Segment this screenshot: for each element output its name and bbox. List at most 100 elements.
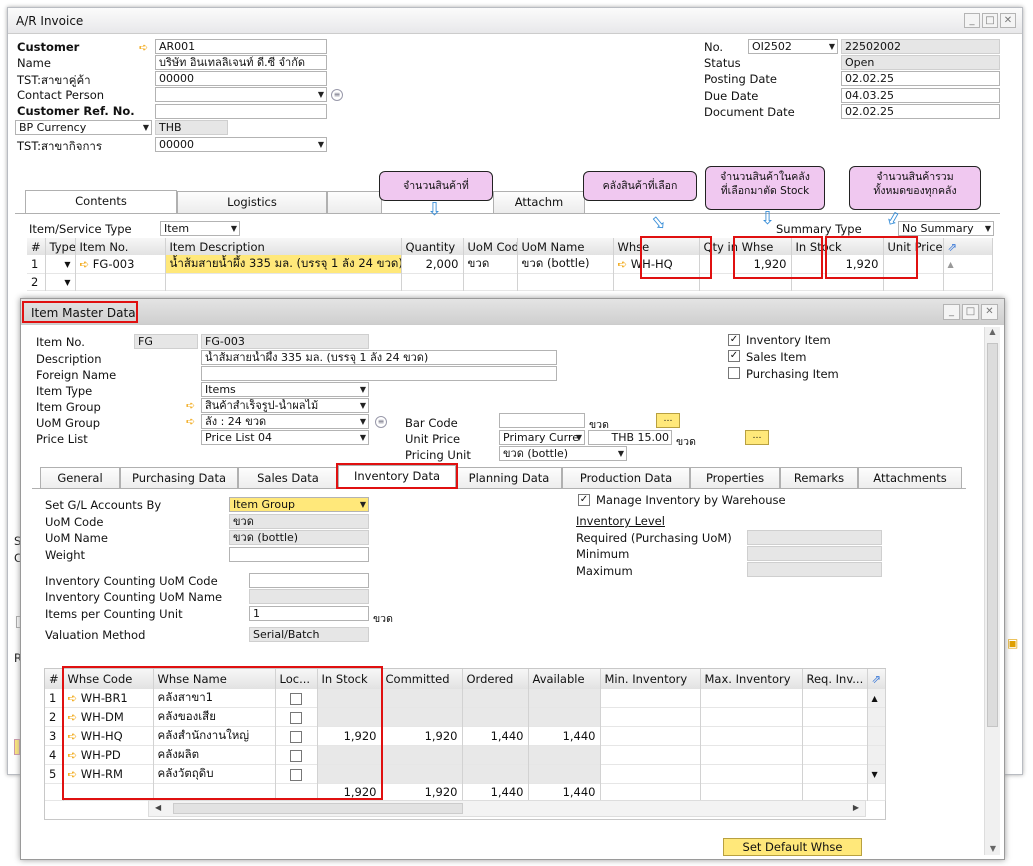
imd-currency-select[interactable]: Primary Curre ▼ [499,430,585,445]
imd-price-list-select[interactable]: Price List 04 ▼ [201,430,369,445]
table-row[interactable]: 2 ▼ [27,273,993,291]
name-field[interactable]: บริษัท อินเทลลิเจนท์ ดี.ซี จำกัด [155,55,327,70]
item-description-cell[interactable] [165,273,402,291]
imd-item-group-select[interactable]: สินค้าสำเร็จรูป-น้ำผลไม้ ▼ [201,398,369,413]
customer-ref-field[interactable] [155,104,327,119]
tab-accounting[interactable] [327,191,382,213]
company-branch-select[interactable]: 00000 ▼ [155,137,327,152]
link-arrow-icon[interactable]: ➪ [186,400,195,412]
item-service-type-select[interactable]: Item ▼ [160,221,240,236]
link-arrow-icon[interactable]: ➪ [80,257,93,271]
uom-code-cell[interactable] [463,273,518,291]
scroll-left-icon[interactable]: ◀ [155,803,161,812]
posting-date-field[interactable]: 02.02.25 [841,71,1000,86]
link-arrow-icon[interactable]: ➪ [68,767,81,781]
link-arrow-icon[interactable]: ➪ [186,416,195,428]
item-description-cell[interactable]: น้ำส้มสายน้ำผึ้ง 335 มล. (บรรจุ 1 ลัง 24… [165,255,402,274]
minimize-icon[interactable]: _ [964,13,980,28]
scroll-down-icon[interactable]: ▼ [867,764,886,784]
imd-unit-price-field[interactable]: THB 15.00 [588,430,672,445]
icu-code-field[interactable] [249,573,369,588]
link-arrow-icon[interactable]: ➪ [68,691,81,705]
table-row[interactable]: 1 ▼ ➪ FG-003 น้ำส้มสายน้ำผึ้ง 335 มล. (บ… [27,255,993,274]
type-dropdown-icon[interactable]: ▼ [45,273,76,291]
quantity-cell[interactable]: 2,000 [401,255,464,274]
tab-remarks[interactable]: Remarks [780,467,858,489]
maximize-icon[interactable]: □ [982,13,998,28]
location-checkbox[interactable] [289,730,302,743]
table-row[interactable]: 1 ➪ WH-BR1 คลังสาขา1 ▲ [45,689,886,708]
table-row[interactable]: 4 ➪ WH-PD คลังผลิต [45,745,886,765]
horizontal-scrollbar[interactable]: ◀ ▶ [148,800,866,817]
purchasing-item-checkbox[interactable] [728,367,740,379]
imd-uom-group-select[interactable]: ลัง : 24 ขวด ▼ [201,414,369,429]
uom-code-cell[interactable]: ขวด [463,255,518,274]
manage-by-whse-checkbox[interactable]: ✓ [578,494,590,506]
imd-series-field[interactable]: FG [134,334,198,349]
scrollbar-thumb[interactable] [987,343,998,727]
location-checkbox[interactable] [289,768,302,781]
scroll-up-icon[interactable]: ▲ [985,327,1000,336]
price-browse-button[interactable]: … [745,430,769,445]
inventory-item-checkbox[interactable]: ✓ [728,334,740,346]
close-icon[interactable]: ✕ [1000,13,1016,28]
table-row[interactable]: 5 ➪ WH-RM คลังวัตถุดิบ ▼ [45,764,886,784]
scroll-up-icon[interactable]: ▲ [943,255,993,274]
vertical-scrollbar[interactable]: ▲ ▼ [984,327,1000,855]
sales-item-checkbox[interactable]: ✓ [728,350,740,362]
link-arrow-icon[interactable]: ➪ [68,748,81,762]
imd-pricing-unit-select[interactable]: ขวด (bottle) ▼ [499,446,627,461]
link-arrow-icon[interactable]: ➪ [68,729,81,743]
maximize-icon[interactable]: □ [962,304,979,320]
whse-cell[interactable]: ➪ WH-HQ [613,255,700,274]
bp-currency-select[interactable]: BP Currency ▼ [15,120,152,135]
link-arrow-icon[interactable]: ➪ [139,42,148,54]
table-row[interactable]: 2 ➪ WH-DM คลังของเสีย [45,707,886,727]
items-per-unit-field[interactable]: 1 [249,606,369,621]
tab-attachments[interactable]: Attachments [858,467,962,489]
tab-properties[interactable]: Properties [690,467,780,489]
bar-code-browse-button[interactable]: … [656,413,680,428]
gl-accounts-select[interactable]: Item Group ▼ [229,497,369,512]
tab-contents[interactable]: Contents [25,190,177,214]
link-arrow-icon[interactable]: ➪ [68,710,81,724]
tab-attachments[interactable]: Attachm [493,191,585,213]
scrollbar-thumb[interactable] [173,803,463,814]
imd-item-type-select[interactable]: Items ▼ [201,382,369,397]
info-icon[interactable]: ≡ [331,89,343,101]
item-no-cell[interactable] [75,273,166,291]
whse-cell[interactable] [613,273,700,291]
link-arrow-icon[interactable]: ➪ [618,257,631,271]
bp-branch-field[interactable]: 00000 [155,71,327,86]
scroll-right-icon[interactable]: ▶ [853,803,859,812]
minimize-icon[interactable]: _ [943,304,960,320]
customer-field[interactable]: AR001 [155,39,327,54]
scroll-up-icon[interactable]: ▲ [867,689,886,708]
unit-price-cell[interactable] [883,273,944,291]
imd-foreign-name-field[interactable] [201,366,557,381]
table-row[interactable]: 3 ➪ WH-HQ คลังสำนักงานใหญ่ 1,920 1,920 1,440 1… [45,726,886,746]
weight-field[interactable] [229,547,369,562]
series-select[interactable]: OI2502 ▼ [748,39,838,54]
document-icon[interactable]: ▣ [1007,636,1018,650]
due-date-field[interactable]: 04.03.25 [841,88,1000,103]
imd-description-field[interactable]: น้ำส้มสายน้ำผึ้ง 335 มล. (บรรจุ 1 ลัง 24… [201,350,557,365]
tab-planning-data[interactable]: Planning Data [456,467,562,489]
tab-logistics[interactable]: Logistics [177,191,327,213]
tab-production-data[interactable]: Production Data [562,467,690,489]
quantity-cell[interactable] [401,273,464,291]
summary-type-select[interactable]: No Summary ▼ [898,221,994,236]
set-default-whse-button[interactable]: Set Default Whse [723,838,862,856]
expand-columns-icon[interactable]: ⇗ [943,238,993,255]
scroll-down-icon[interactable]: ▼ [985,844,1001,853]
unit-price-cell[interactable] [883,255,944,274]
tab-purchasing-data[interactable]: Purchasing Data [120,467,238,489]
tab-general[interactable]: General [40,467,120,489]
expand-columns-icon[interactable]: ⇗ [867,669,886,689]
location-checkbox[interactable] [289,711,302,724]
close-icon[interactable]: ✕ [981,304,998,320]
location-checkbox[interactable] [289,749,302,762]
contact-person-select[interactable]: ▼ [155,87,327,102]
tab-inventory-data[interactable]: Inventory Data [338,465,456,489]
info-icon[interactable]: ≡ [375,416,387,428]
